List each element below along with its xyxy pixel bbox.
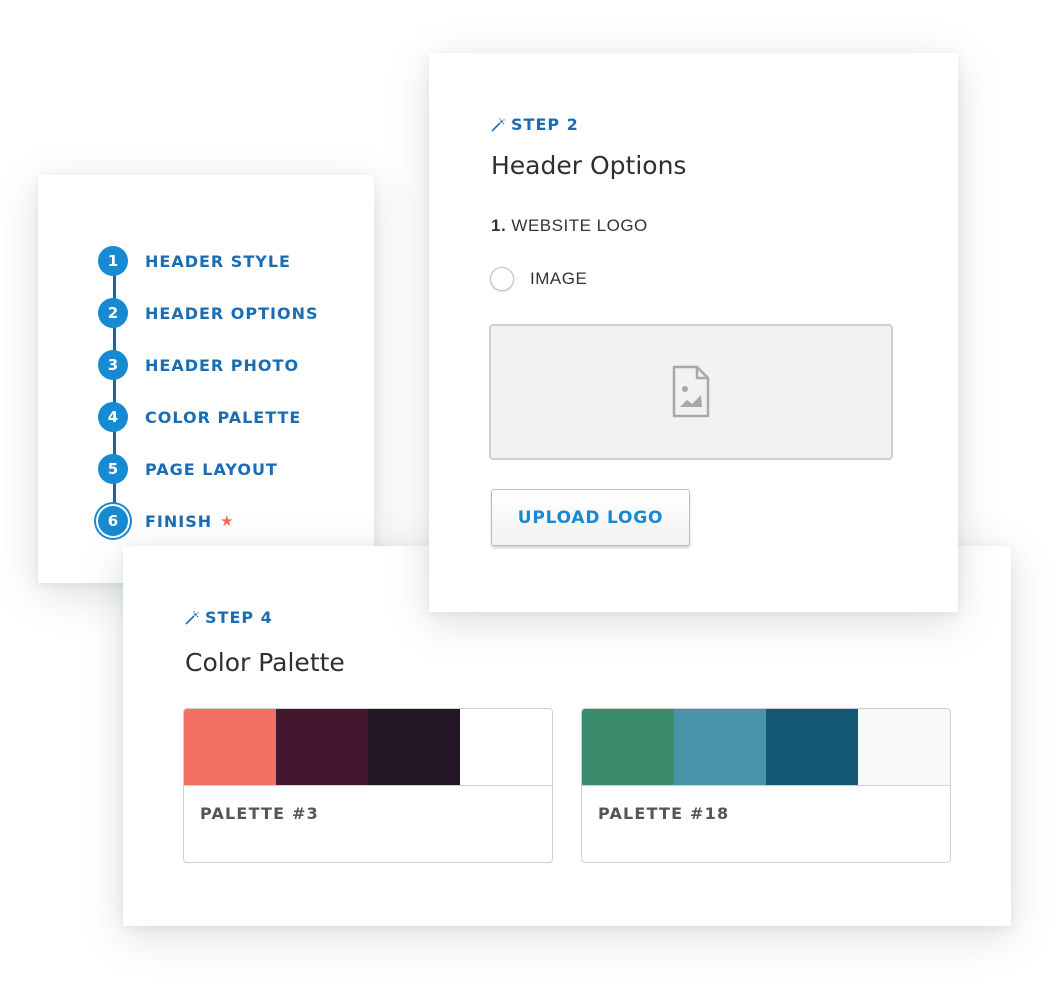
step-label[interactable]: HEADER OPTIONS	[145, 304, 319, 323]
palette-option[interactable]: PALETTE #18	[581, 708, 951, 863]
step-number-badge: 3	[98, 350, 128, 380]
color-swatch	[674, 709, 766, 785]
palette-option[interactable]: PALETTE #3	[183, 708, 553, 863]
step-tag: STEP 4	[185, 608, 273, 627]
step-item-header-style[interactable]: 1 HEADER STYLE	[98, 235, 319, 287]
card-title: Color Palette	[185, 648, 345, 677]
image-radio-option[interactable]: IMAGE	[490, 267, 587, 291]
step-item-color-palette[interactable]: 4 COLOR PALETTE	[98, 391, 319, 443]
step-tag-label: STEP 4	[205, 608, 273, 627]
star-icon: ★	[220, 512, 234, 530]
color-swatch	[184, 709, 276, 785]
palette-name: PALETTE #18	[598, 804, 730, 823]
magic-wand-icon	[185, 610, 199, 625]
step-number-badge: 1	[98, 246, 128, 276]
radio-label: IMAGE	[530, 269, 588, 288]
color-swatch	[582, 709, 674, 785]
image-file-icon	[672, 365, 710, 418]
step-item-header-photo[interactable]: 3 HEADER PHOTO	[98, 339, 319, 391]
step-tag-label: STEP 2	[511, 115, 579, 134]
field-label-text: WEBSITE LOGO	[511, 216, 648, 235]
step-item-header-options[interactable]: 2 HEADER OPTIONS	[98, 287, 319, 339]
step-label[interactable]: FINISH	[145, 512, 212, 531]
palette-options: PALETTE #3 PALETTE #18	[183, 708, 951, 863]
website-logo-field-label: 1. WEBSITE LOGO	[491, 216, 648, 236]
color-swatch	[858, 709, 950, 785]
step-tag: STEP 2	[491, 115, 579, 134]
image-radio-button[interactable]	[490, 267, 514, 291]
field-number: 1.	[491, 216, 507, 235]
wizard-showcase: 1 HEADER STYLE 2 HEADER OPTIONS 3 HEADER…	[0, 0, 1058, 992]
steps-list: 1 HEADER STYLE 2 HEADER OPTIONS 3 HEADER…	[98, 235, 319, 547]
step-number-badge: 4	[98, 402, 128, 432]
upload-logo-button[interactable]: UPLOAD LOGO	[491, 489, 690, 546]
logo-dropzone[interactable]	[489, 324, 893, 460]
palette-swatches	[184, 709, 552, 786]
step-number-badge-current: 6	[98, 506, 128, 536]
step-number-badge: 5	[98, 454, 128, 484]
step-number-badge: 2	[98, 298, 128, 328]
step-item-finish[interactable]: 6 FINISH ★	[98, 495, 319, 547]
step-label[interactable]: COLOR PALETTE	[145, 408, 301, 427]
card-title: Header Options	[491, 151, 687, 180]
palette-swatches	[582, 709, 950, 786]
step-label[interactable]: HEADER STYLE	[145, 252, 291, 271]
color-swatch	[460, 709, 552, 785]
header-options-card: STEP 2 Header Options 1. WEBSITE LOGO IM…	[429, 53, 958, 612]
steps-sidebar-card: 1 HEADER STYLE 2 HEADER OPTIONS 3 HEADER…	[38, 175, 374, 583]
color-swatch	[368, 709, 460, 785]
step-label[interactable]: PAGE LAYOUT	[145, 460, 278, 479]
step-item-page-layout[interactable]: 5 PAGE LAYOUT	[98, 443, 319, 495]
palette-name: PALETTE #3	[200, 804, 319, 823]
magic-wand-icon	[491, 117, 505, 132]
step-label[interactable]: HEADER PHOTO	[145, 356, 299, 375]
color-swatch	[766, 709, 858, 785]
color-swatch	[276, 709, 368, 785]
